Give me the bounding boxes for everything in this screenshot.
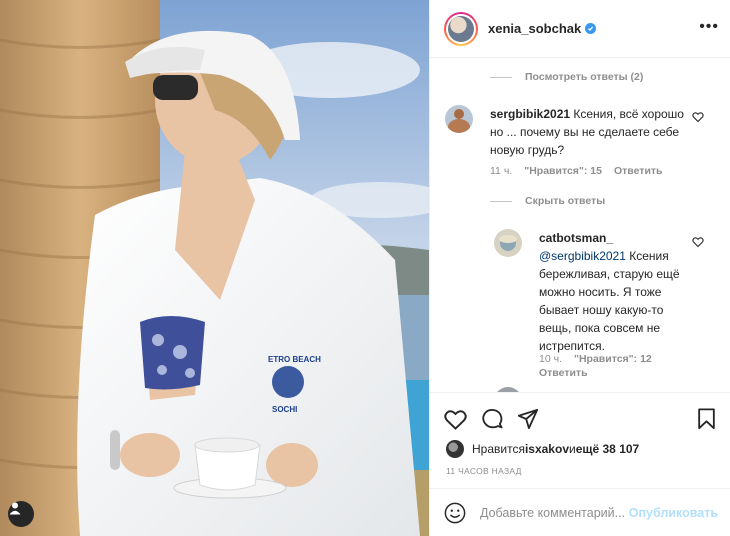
- reply-commenter-avatar[interactable]: [494, 229, 522, 257]
- post-timestamp[interactable]: 11 ЧАСОВ НАЗАД: [446, 466, 522, 476]
- likes-others-count[interactable]: ещё 38 107: [576, 442, 640, 456]
- author-avatar[interactable]: [444, 11, 478, 46]
- view-replies-button[interactable]: Посмотреть ответы (2): [490, 71, 643, 83]
- reply-meta: 10 ч. "Нравится": 12 Ответить: [539, 353, 659, 379]
- reply-text: Ксения бережливая, старую ещё можно носи…: [539, 249, 680, 353]
- more-options-button[interactable]: •••: [699, 19, 719, 35]
- like-reply-heart-icon[interactable]: [692, 236, 704, 248]
- user-tags-button[interactable]: [8, 501, 34, 527]
- like-comment-heart-icon[interactable]: [692, 111, 704, 123]
- pocket-text-top: ETRO BEACH: [268, 355, 321, 364]
- post-sidebar: xenia_sobchak ••• Посмотреть ответы (2) …: [429, 0, 730, 536]
- reply-mention-link[interactable]: @sergbibik2021: [539, 249, 626, 263]
- comment-time: 11 ч.: [490, 165, 513, 177]
- comment-meta: 11 ч. "Нравится": 15 Ответить: [490, 165, 663, 177]
- comment-body: sergbibik2021 Ксения, всё хорошо но ... …: [490, 105, 690, 159]
- reply-button[interactable]: Ответить: [614, 165, 663, 177]
- publish-button[interactable]: Опубликовать: [629, 506, 718, 520]
- reply-time: 10 ч.: [539, 353, 562, 365]
- comment-input[interactable]: [480, 505, 630, 520]
- view-replies-label: Посмотреть ответы (2): [525, 71, 644, 83]
- verified-badge-icon: [585, 23, 597, 34]
- comment-bubble-icon[interactable]: [481, 408, 503, 430]
- comment-likes-count[interactable]: "Нравится": 15: [524, 165, 602, 177]
- liker-avatar: [446, 440, 464, 458]
- likes-and: и: [569, 442, 576, 456]
- like-heart-icon[interactable]: [444, 409, 467, 430]
- pocket-text-bottom: SOCHI: [272, 405, 297, 414]
- likes-summary[interactable]: Нравится isxakov и ещё 38 107: [446, 440, 639, 458]
- reply-likes-count[interactable]: "Нравится": 12: [574, 353, 652, 365]
- liker-username[interactable]: isxakov: [525, 442, 569, 456]
- likes-prefix: Нравится: [472, 442, 525, 456]
- post-header: xenia_sobchak •••: [430, 0, 730, 58]
- share-direct-icon[interactable]: [517, 408, 539, 430]
- reply-reply-button[interactable]: Ответить: [539, 367, 588, 379]
- author-username[interactable]: xenia_sobchak: [488, 21, 581, 36]
- post-photo-illustration: ETRO BEACH SOCHI: [0, 0, 429, 536]
- commenter-avatar[interactable]: [445, 105, 473, 133]
- save-bookmark-icon[interactable]: [697, 408, 716, 430]
- post-actions: Нравится isxakov и ещё 38 107 11 ЧАСОВ Н…: [430, 392, 730, 476]
- hide-replies-button[interactable]: Скрыть ответы: [490, 195, 605, 207]
- hide-replies-label: Скрыть ответы: [525, 195, 606, 207]
- reply-username[interactable]: catbotsman_: [539, 231, 613, 245]
- comment-username[interactable]: sergbibik2021: [490, 107, 570, 121]
- post-photo[interactable]: ETRO BEACH SOCHI: [0, 0, 429, 536]
- comments-list[interactable]: Посмотреть ответы (2) sergbibik2021 Ксен…: [430, 59, 730, 392]
- person-icon: [9, 502, 21, 515]
- emoji-smiley-icon[interactable]: [444, 502, 466, 524]
- reply-body: catbotsman_ @sergbibik2021 Ксения бережл…: [539, 229, 691, 355]
- add-comment-bar: Опубликовать: [430, 488, 730, 536]
